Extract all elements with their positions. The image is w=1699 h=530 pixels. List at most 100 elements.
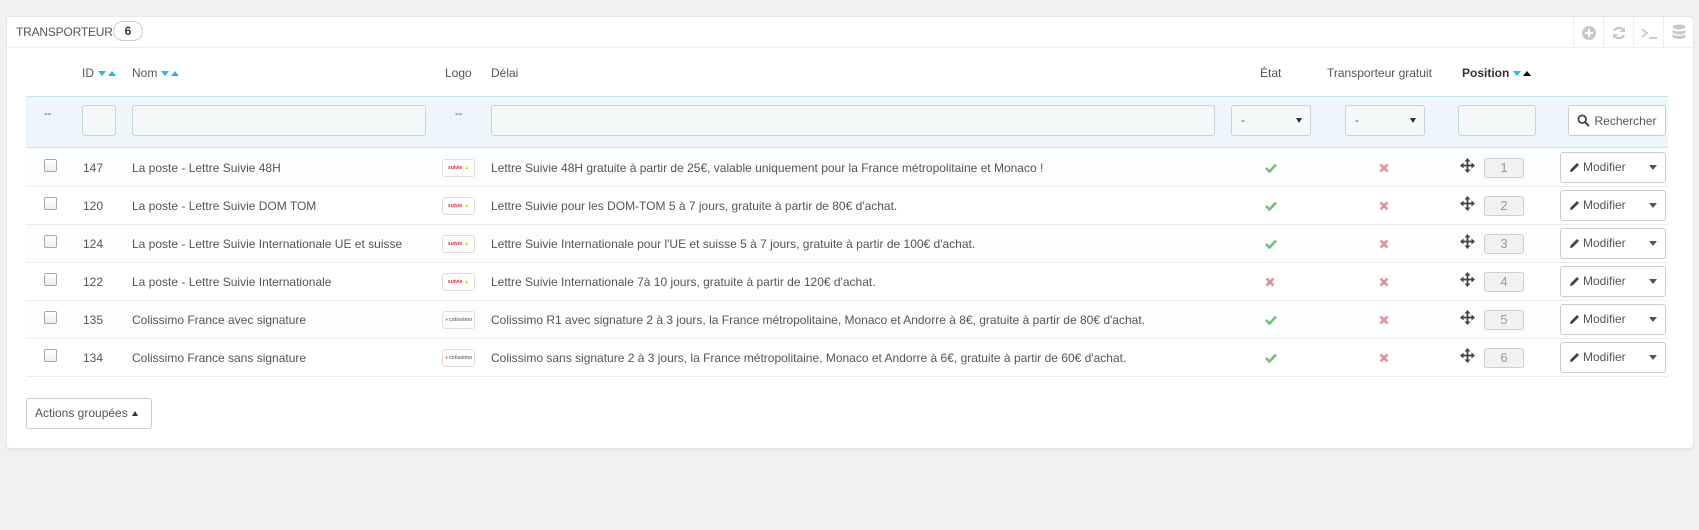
search-button[interactable]: Rechercher (1568, 105, 1666, 136)
cross-icon (1379, 163, 1389, 173)
edit-button-label: Modifier (1583, 236, 1626, 250)
status-toggle[interactable] (1265, 314, 1277, 328)
free-shipping-toggle[interactable] (1379, 238, 1389, 252)
carrier-name: Colissimo France sans signature (132, 351, 307, 365)
chevron-down-icon[interactable] (1649, 241, 1657, 246)
drag-move-icon[interactable] (1460, 310, 1475, 325)
edit-button[interactable]: Modifier (1569, 343, 1626, 372)
status-toggle[interactable] (1265, 352, 1277, 366)
table-row[interactable]: 134 Colissimo France sans signature ● colis… (26, 339, 1668, 377)
check-icon (1265, 353, 1277, 364)
filter-nom-input[interactable] (132, 105, 426, 136)
position-value: 5 (1484, 310, 1524, 330)
filter-position-input[interactable] (1458, 105, 1536, 136)
header-id[interactable]: ID (82, 66, 118, 80)
status-toggle[interactable] (1265, 238, 1277, 252)
row-checkbox[interactable] (44, 159, 57, 172)
header-id-label: ID (82, 66, 94, 80)
edit-button-label: Modifier (1583, 350, 1626, 364)
chevron-down-icon[interactable] (1649, 317, 1657, 322)
table-row[interactable]: 122 La poste - Lettre Suivie Internationa… (26, 263, 1668, 301)
filter-etat-select[interactable]: - (1231, 105, 1311, 136)
cross-icon (1379, 201, 1389, 211)
filter-delai-input[interactable] (491, 105, 1215, 136)
button-divider (1641, 153, 1642, 182)
check-icon (1265, 163, 1277, 174)
sort-id-icon[interactable] (96, 69, 118, 79)
edit-button[interactable]: Modifier (1569, 191, 1626, 220)
edit-button[interactable]: Modifier (1569, 229, 1626, 258)
sort-nom-icon[interactable] (159, 69, 181, 79)
header-nom[interactable]: Nom (132, 66, 181, 80)
chevron-down-icon[interactable] (1649, 165, 1657, 170)
drag-handle[interactable] (1460, 348, 1475, 366)
drag-move-icon[interactable] (1460, 158, 1475, 173)
drag-handle[interactable] (1460, 272, 1475, 290)
free-shipping-toggle[interactable] (1379, 352, 1389, 366)
carrier-delay: Lettre Suivie Internationale pour l'UE e… (491, 237, 976, 251)
button-divider (1641, 305, 1642, 334)
refresh-button[interactable] (1603, 17, 1633, 48)
drag-handle[interactable] (1460, 234, 1475, 252)
edit-button-group[interactable]: Modifier (1560, 304, 1666, 335)
logo-filter-placeholder: -- (455, 108, 463, 120)
carrier-id: 134 (83, 351, 104, 365)
row-checkbox[interactable] (44, 235, 57, 248)
cross-icon (1379, 239, 1389, 249)
carrier-logo: suivie ▲ (442, 235, 475, 253)
header-transporteur-gratuit: Transporteur gratuit (1327, 66, 1432, 80)
chevron-down-icon[interactable] (1649, 355, 1657, 360)
edit-button-group[interactable]: Modifier (1560, 266, 1666, 297)
carrier-logo: suivie ▲ (442, 273, 475, 291)
add-new-button[interactable] (1573, 17, 1603, 48)
table-row[interactable]: 120 La poste - Lettre Suivie DOM TOM suivi… (26, 187, 1668, 225)
checkbox-filter-placeholder: -- (44, 108, 52, 120)
edit-button-group[interactable]: Modifier (1560, 152, 1666, 183)
filter-id-input[interactable] (82, 105, 116, 136)
edit-button-group[interactable]: Modifier (1560, 342, 1666, 373)
row-checkbox[interactable] (44, 349, 57, 362)
add-icon (1581, 25, 1596, 40)
drag-move-icon[interactable] (1460, 272, 1475, 287)
bulk-actions-button[interactable]: Actions groupées (26, 398, 152, 429)
table-row[interactable]: 147 La poste - Lettre Suivie 48H suivie ▲ Le… (26, 149, 1668, 187)
carrier-delay: Colissimo sans signature 2 à 3 jours, la… (491, 351, 1127, 365)
drag-handle[interactable] (1460, 158, 1475, 176)
free-shipping-toggle[interactable] (1379, 276, 1389, 290)
free-shipping-toggle[interactable] (1379, 200, 1389, 214)
sql-query-button[interactable] (1633, 17, 1663, 48)
export-button[interactable] (1663, 17, 1693, 48)
sort-position-icon[interactable] (1511, 69, 1533, 79)
status-toggle[interactable] (1265, 200, 1277, 214)
table-row[interactable]: 135 Colissimo France avec signature ● colis… (26, 301, 1668, 339)
row-checkbox[interactable] (44, 197, 57, 210)
status-toggle[interactable] (1265, 276, 1275, 290)
header-position[interactable]: Position (1462, 66, 1533, 80)
row-checkbox[interactable] (44, 311, 57, 324)
drag-move-icon[interactable] (1460, 348, 1475, 363)
carrier-logo: ● colissimo (442, 311, 475, 329)
drag-move-icon[interactable] (1460, 234, 1475, 249)
edit-button-label: Modifier (1583, 160, 1626, 174)
table-row[interactable]: 124 La poste - Lettre Suivie Internationa… (26, 225, 1668, 263)
header-logo: Logo (445, 66, 472, 80)
drag-handle[interactable] (1460, 310, 1475, 328)
edit-button[interactable]: Modifier (1569, 153, 1626, 182)
cross-icon (1265, 277, 1275, 287)
drag-handle[interactable] (1460, 196, 1475, 214)
carrier-id: 135 (83, 313, 104, 327)
chevron-down-icon[interactable] (1649, 203, 1657, 208)
edit-button[interactable]: Modifier (1569, 267, 1626, 296)
status-toggle[interactable] (1265, 162, 1277, 176)
free-shipping-toggle[interactable] (1379, 162, 1389, 176)
filter-gratuit-select[interactable]: - (1345, 105, 1425, 136)
edit-button[interactable]: Modifier (1569, 305, 1626, 334)
edit-button-group[interactable]: Modifier (1560, 190, 1666, 221)
carrier-id: 122 (83, 275, 104, 289)
drag-move-icon[interactable] (1460, 196, 1475, 211)
chevron-down-icon[interactable] (1649, 279, 1657, 284)
edit-button-group[interactable]: Modifier (1560, 228, 1666, 259)
row-checkbox[interactable] (44, 273, 57, 286)
free-shipping-toggle[interactable] (1379, 314, 1389, 328)
position-value: 6 (1484, 348, 1524, 368)
